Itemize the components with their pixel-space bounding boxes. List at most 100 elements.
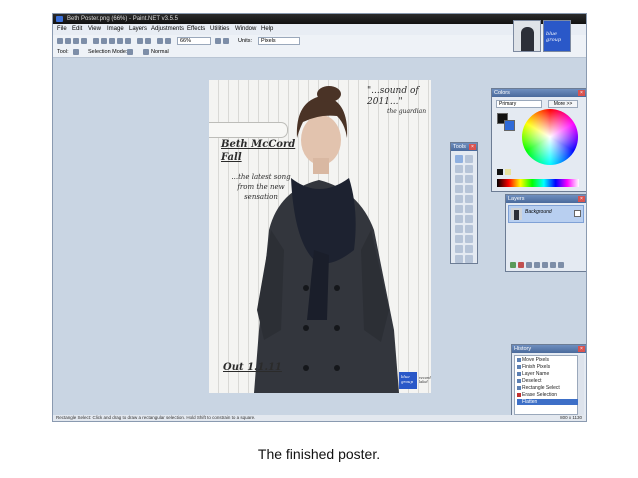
clone-stamp-icon[interactable]	[455, 225, 463, 233]
zoom-out-icon[interactable]	[223, 38, 229, 44]
new-icon[interactable]	[57, 38, 63, 44]
copy-icon[interactable]	[101, 38, 107, 44]
paint-bucket-icon[interactable]	[455, 195, 463, 203]
antialias-icon[interactable]	[143, 49, 149, 55]
selection-mode-label: Selection Mode:	[88, 49, 128, 55]
history-item[interactable]: Finish Pixels	[517, 364, 550, 370]
line-tool-icon[interactable]	[465, 235, 473, 243]
rectangle-select-icon[interactable]	[73, 49, 79, 55]
recolor-icon[interactable]	[465, 225, 473, 233]
ruler-icon[interactable]	[165, 38, 171, 44]
layers-toolbar	[508, 261, 584, 270]
lasso-tool-icon[interactable]	[455, 165, 463, 173]
menu-image[interactable]: Image	[107, 24, 124, 35]
title-bar: Beth Poster.png (66%) - Paint.NET v3.5.5	[53, 14, 586, 24]
history-item[interactable]: Erase Selection	[517, 392, 557, 398]
rounded-rect-icon[interactable]	[465, 245, 473, 253]
units-combo[interactable]: Pixels	[258, 37, 300, 45]
palette-strip[interactable]	[497, 179, 579, 187]
layer-row-background[interactable]: Background	[508, 205, 584, 223]
cut-icon[interactable]	[93, 38, 99, 44]
menu-layers[interactable]: Layers	[129, 24, 147, 35]
history-item[interactable]: Deselect	[517, 378, 541, 384]
tool-label: Tool:	[57, 49, 69, 55]
close-icon[interactable]: ×	[578, 196, 585, 202]
tools-panel-title: Tools	[453, 144, 466, 150]
magic-wand-icon[interactable]	[455, 185, 463, 193]
primary-combo[interactable]: Primary	[496, 100, 542, 108]
history-item[interactable]: Move Pixels	[517, 357, 549, 363]
deselect-icon[interactable]	[125, 38, 131, 44]
redo-icon[interactable]	[145, 38, 151, 44]
history-scrollbar[interactable]	[578, 355, 584, 415]
paintbrush-icon[interactable]	[455, 205, 463, 213]
history-item[interactable]: Layer Name	[517, 371, 549, 377]
layer-visibility-checkbox[interactable]	[574, 210, 581, 217]
move-tool-icon[interactable]	[465, 155, 473, 163]
color-wheel[interactable]	[522, 109, 578, 165]
poster-badge-small: record label	[419, 376, 431, 384]
duplicate-layer-icon[interactable]	[526, 262, 532, 268]
menu-help[interactable]: Help	[261, 24, 273, 35]
rectangle-tool-icon[interactable]	[455, 245, 463, 253]
menu-file[interactable]: File	[57, 24, 67, 35]
close-icon[interactable]: ×	[578, 346, 585, 352]
zoom-combo[interactable]: 66%	[177, 37, 211, 45]
thumbnail-poster[interactable]	[513, 20, 541, 52]
zoom-in-icon[interactable]	[215, 38, 221, 44]
save-icon[interactable]	[73, 38, 79, 44]
menu-bar: File Edit View Image Layers Adjustments …	[53, 24, 586, 35]
crop-icon[interactable]	[117, 38, 123, 44]
menu-window[interactable]: Window	[235, 24, 256, 35]
color-picker-icon[interactable]	[465, 215, 473, 223]
pencil-icon[interactable]	[455, 215, 463, 223]
poster-quote-source: the guardian	[387, 108, 427, 115]
move-selection-icon[interactable]	[465, 165, 473, 173]
paste-icon[interactable]	[109, 38, 115, 44]
more-button[interactable]: More >>	[548, 100, 578, 108]
history-item-selected[interactable]: Flatten	[517, 399, 580, 405]
poster-quote: "...sound of 2011..."	[367, 86, 419, 107]
rectangle-select-tool-icon[interactable]	[455, 155, 463, 163]
window-title: Beth Poster.png (66%) - Paint.NET v3.5.5	[67, 16, 178, 22]
gradient-icon[interactable]	[465, 195, 473, 203]
close-icon[interactable]: ×	[469, 144, 476, 150]
close-icon[interactable]: ×	[578, 90, 585, 96]
blend-mode-combo[interactable]: Normal	[151, 47, 169, 57]
pan-tool-icon[interactable]	[465, 185, 473, 193]
palette-icon[interactable]	[505, 169, 511, 175]
selection-mode-icon[interactable]	[127, 49, 133, 55]
history-item[interactable]: Rectangle Select	[517, 385, 560, 391]
menu-adjustments[interactable]: Adjustments	[151, 24, 184, 35]
ellipse-tool-icon[interactable]	[455, 255, 463, 263]
tools-panel: Tools ×	[450, 142, 478, 264]
move-layer-down-icon[interactable]	[550, 262, 556, 268]
add-layer-icon[interactable]	[510, 262, 516, 268]
delete-layer-icon[interactable]	[518, 262, 524, 268]
layers-panel-title: Layers	[508, 196, 525, 202]
freeform-shape-icon[interactable]	[465, 255, 473, 263]
secondary-color-swatch[interactable]	[504, 120, 515, 131]
paint-net-window: Beth Poster.png (66%) - Paint.NET v3.5.5…	[52, 13, 587, 422]
menu-view[interactable]: View	[88, 24, 101, 35]
layer-thumbnail	[511, 208, 522, 220]
thumbnail-blue-group[interactable]: blue group	[543, 20, 571, 52]
menu-effects[interactable]: Effects	[187, 24, 205, 35]
print-icon[interactable]	[81, 38, 87, 44]
canvas-poster[interactable]: "...sound of 2011..." the guardian Beth …	[209, 80, 431, 393]
menu-edit[interactable]: Edit	[72, 24, 82, 35]
palette-black-swatch[interactable]	[497, 169, 503, 175]
zoom-tool-icon[interactable]	[465, 175, 473, 183]
move-layer-up-icon[interactable]	[542, 262, 548, 268]
text-tool-icon[interactable]	[455, 235, 463, 243]
layer-name: Background	[525, 209, 552, 215]
open-icon[interactable]	[65, 38, 71, 44]
ellipse-select-icon[interactable]	[455, 175, 463, 183]
grid-icon[interactable]	[157, 38, 163, 44]
undo-icon[interactable]	[137, 38, 143, 44]
merge-layer-icon[interactable]	[534, 262, 540, 268]
tool-grid	[454, 154, 474, 264]
layer-properties-icon[interactable]	[558, 262, 564, 268]
eraser-icon[interactable]	[465, 205, 473, 213]
menu-utilities[interactable]: Utilities	[210, 24, 229, 35]
